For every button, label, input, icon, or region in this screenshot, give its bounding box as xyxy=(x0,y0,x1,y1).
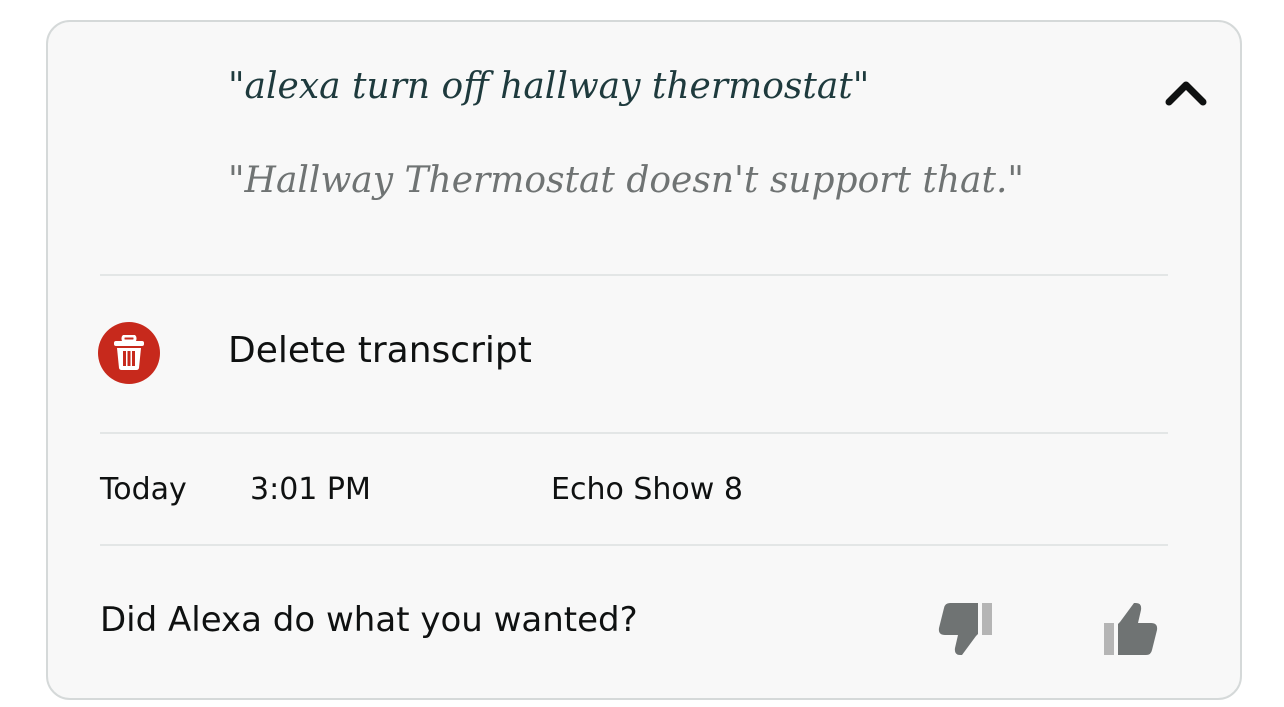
utterance-text: "alexa turn off hallway thermostat" xyxy=(228,66,870,107)
delete-transcript-label: Delete transcript xyxy=(228,330,532,371)
trash-icon xyxy=(98,322,160,384)
feedback-question: Did Alexa do what you wanted? xyxy=(100,600,638,640)
thumbs-up-icon xyxy=(1104,603,1158,655)
divider xyxy=(100,432,1168,434)
activity-time: 3:01 PM xyxy=(250,472,371,507)
divider xyxy=(100,274,1168,276)
chevron-up-icon xyxy=(1165,81,1207,106)
divider xyxy=(100,544,1168,546)
device-name: Echo Show 8 xyxy=(551,472,743,507)
response-text: "Hallway Thermostat doesn't support that… xyxy=(228,160,1024,201)
transcript-card: "alexa turn off hallway thermostat" "Hal… xyxy=(46,20,1242,700)
thumbs-down-button[interactable] xyxy=(934,598,996,660)
delete-transcript-button[interactable]: Delete transcript xyxy=(98,318,798,388)
collapse-button[interactable] xyxy=(1160,72,1212,112)
activity-day: Today xyxy=(100,472,187,507)
thumbs-up-button[interactable] xyxy=(1100,598,1162,660)
thumbs-down-icon xyxy=(938,603,992,655)
